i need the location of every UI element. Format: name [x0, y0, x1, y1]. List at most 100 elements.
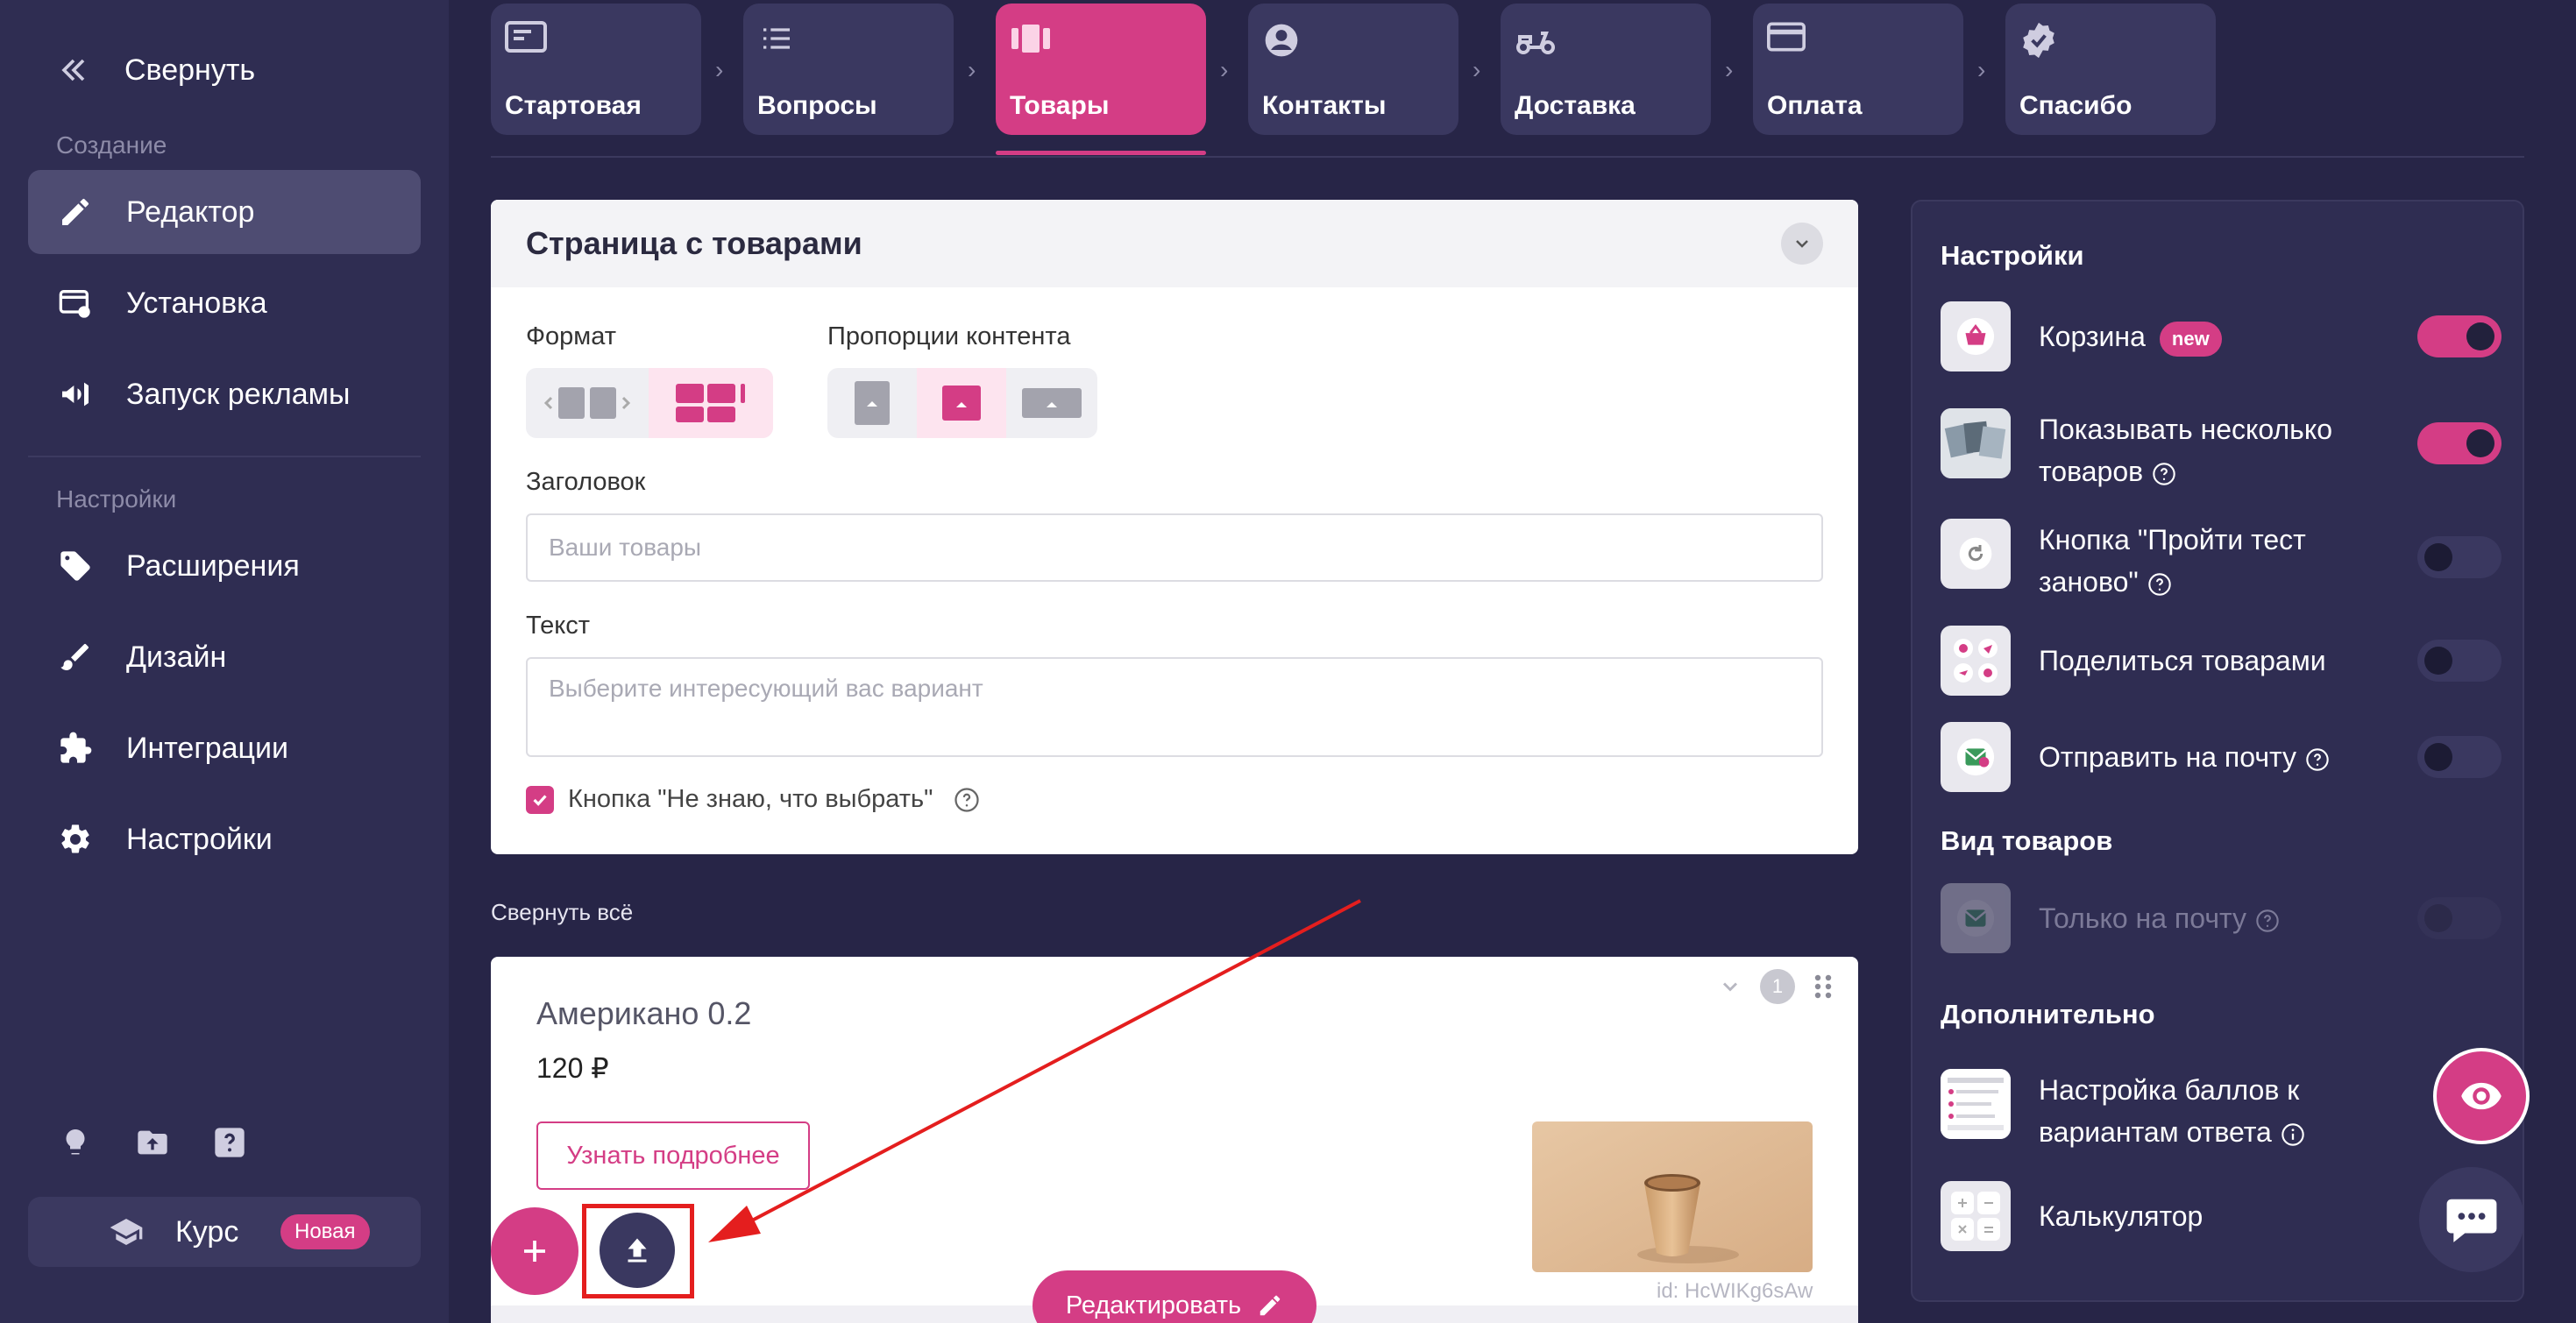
tab-start[interactable]: Стартовая	[491, 4, 701, 135]
sidebar-item-settings[interactable]: Настройки	[28, 797, 421, 881]
proportions-label: Пропорции контента	[827, 322, 1071, 350]
email-only-toggle[interactable]	[2417, 897, 2501, 939]
score-thumbnail	[1941, 1069, 2011, 1139]
sidebar-bottom-icons	[56, 1123, 249, 1162]
product-index-badge: 1	[1760, 969, 1795, 1004]
sidebar-item-editor[interactable]: Редактор	[28, 170, 421, 254]
share-toggle[interactable]	[2417, 640, 2501, 682]
sidebar-item-install[interactable]: Установка	[28, 261, 421, 345]
setting-send-email: Отправить на почту	[1941, 722, 2501, 792]
folder-upload-icon[interactable]	[133, 1123, 172, 1162]
setting-label: Только на почту	[2039, 897, 2407, 939]
products-page-card: Страница с товарами Формат Пропорции кон…	[491, 200, 1858, 854]
product-name[interactable]: Американо 0.2	[536, 995, 751, 1032]
user-circle-icon	[1262, 21, 1304, 60]
tab-contacts[interactable]: Контакты	[1248, 4, 1458, 135]
sidebar-item-label: Редактор	[126, 195, 255, 229]
sidebar-divider	[28, 456, 421, 457]
drag-handle-icon[interactable]	[1813, 973, 1834, 1001]
setting-multiple-products: Показывать несколько товаров	[1941, 408, 2501, 492]
sidebar-item-label: Запуск рекламы	[126, 377, 351, 411]
tab-label: Спасибо	[2019, 91, 2132, 120]
sidebar: Свернуть Создание Редактор Установка Зап…	[0, 0, 449, 1323]
chevron-down-icon	[1796, 240, 1808, 248]
tab-separator: ›	[1977, 56, 1986, 83]
setting-email-only: Только на почту	[1941, 883, 2501, 953]
tall-image-icon	[855, 381, 890, 425]
proportions-selector	[827, 368, 1097, 438]
tag-plus-icon	[56, 547, 95, 585]
extra-heading: Дополнительно	[1941, 999, 2155, 1029]
sidebar-item-label: Настройки	[126, 822, 273, 856]
email-only-thumbnail	[1941, 883, 2011, 953]
chat-support-button[interactable]	[2419, 1167, 2524, 1272]
collapse-card-button[interactable]	[1781, 223, 1823, 265]
format-selector	[526, 368, 773, 438]
edit-button[interactable]: Редактировать	[1033, 1270, 1316, 1323]
tab-payment[interactable]: Оплата	[1753, 4, 1963, 135]
text-textarea[interactable]: Выберите интересующий вас вариант	[526, 657, 1823, 757]
add-product-button[interactable]	[491, 1207, 578, 1295]
email-toggle[interactable]	[2417, 736, 2501, 778]
course-button[interactable]: Курс Новая	[28, 1197, 421, 1267]
sidebar-item-integrations[interactable]: Интеграции	[28, 706, 421, 790]
sidebar-item-label: Расширения	[126, 548, 300, 583]
sidebar-item-design[interactable]: Дизайн	[28, 615, 421, 699]
grid-format-icon	[676, 384, 745, 422]
format-option-slider[interactable]	[526, 368, 649, 438]
question-circle-icon[interactable]	[2305, 747, 2330, 772]
product-controls: 1	[1718, 969, 1834, 1004]
info-circle-icon[interactable]	[2281, 1122, 2305, 1147]
setting-score-config[interactable]: Настройка баллов к вариантам ответа	[1941, 1069, 2501, 1153]
preview-button[interactable]	[2433, 1048, 2530, 1144]
scooter-icon	[1515, 21, 1557, 60]
proportion-option-wide[interactable]	[1006, 368, 1097, 438]
credit-card-icon	[1767, 21, 1809, 60]
tab-thanks[interactable]: Спасибо	[2005, 4, 2216, 135]
tab-delivery[interactable]: Доставка	[1501, 4, 1711, 135]
tab-questions[interactable]: Вопросы	[743, 4, 954, 135]
tab-products[interactable]: Товары	[996, 4, 1206, 135]
proportion-option-tall[interactable]	[827, 368, 917, 438]
dont-know-checkbox[interactable]	[526, 785, 554, 814]
tab-label: Доставка	[1515, 91, 1636, 120]
heading-input[interactable]: Ваши товары	[526, 513, 1823, 582]
tab-separator: ›	[715, 56, 724, 83]
card-header: Страница с товарами	[491, 200, 1858, 287]
setting-restart-button: Кнопка "Пройти тест заново"	[1941, 519, 2501, 603]
tab-separator: ›	[1220, 56, 1229, 83]
collapse-all-link[interactable]: Свернуть всё	[491, 899, 633, 926]
product-price[interactable]: 120 ₽	[536, 1051, 609, 1085]
dont-know-row: Кнопка "Не знаю, что выбрать"	[526, 785, 980, 814]
question-circle-icon[interactable]	[2255, 909, 2280, 933]
help-icon[interactable]	[210, 1123, 249, 1162]
setting-label: Показывать несколько товаров	[2039, 414, 2332, 487]
dont-know-label: Кнопка "Не знаю, что выбрать"	[568, 785, 933, 813]
multiple-products-toggle[interactable]	[2417, 422, 2501, 464]
active-tab-indicator	[996, 151, 1206, 155]
sidebar-item-ads[interactable]: Запуск рекламы	[28, 352, 421, 436]
restart-toggle[interactable]	[2417, 536, 2501, 578]
new-badge: new	[2159, 321, 2222, 357]
page-title: Страница с товарами	[526, 225, 862, 261]
cart-toggle[interactable]	[2417, 315, 2501, 357]
check-badge-icon	[2019, 21, 2062, 60]
product-id: id: HcWIKg6sAw	[1657, 1279, 1813, 1303]
sidebar-item-extensions[interactable]: Расширения	[28, 524, 421, 608]
question-circle-icon[interactable]	[954, 787, 980, 813]
chevron-down-icon[interactable]	[1718, 974, 1742, 999]
learn-more-button[interactable]: Узнать подробнее	[536, 1121, 810, 1190]
proportion-option-square[interactable]	[917, 368, 1006, 438]
question-circle-icon[interactable]	[2152, 462, 2176, 486]
format-option-grid[interactable]	[649, 368, 773, 438]
setting-cart: Корзина new	[1941, 301, 2501, 371]
setting-calculator[interactable]: Калькулятор	[1941, 1181, 2501, 1251]
product-image[interactable]	[1532, 1121, 1813, 1272]
collapse-sidebar-button[interactable]: Свернуть	[54, 46, 255, 95]
question-circle-icon[interactable]	[2147, 572, 2172, 597]
tab-separator: ›	[1473, 56, 1481, 83]
slider-format-icon	[543, 387, 631, 419]
puzzle-icon	[56, 729, 95, 768]
tab-label: Товары	[1010, 91, 1110, 120]
lightbulb-icon[interactable]	[56, 1123, 95, 1162]
